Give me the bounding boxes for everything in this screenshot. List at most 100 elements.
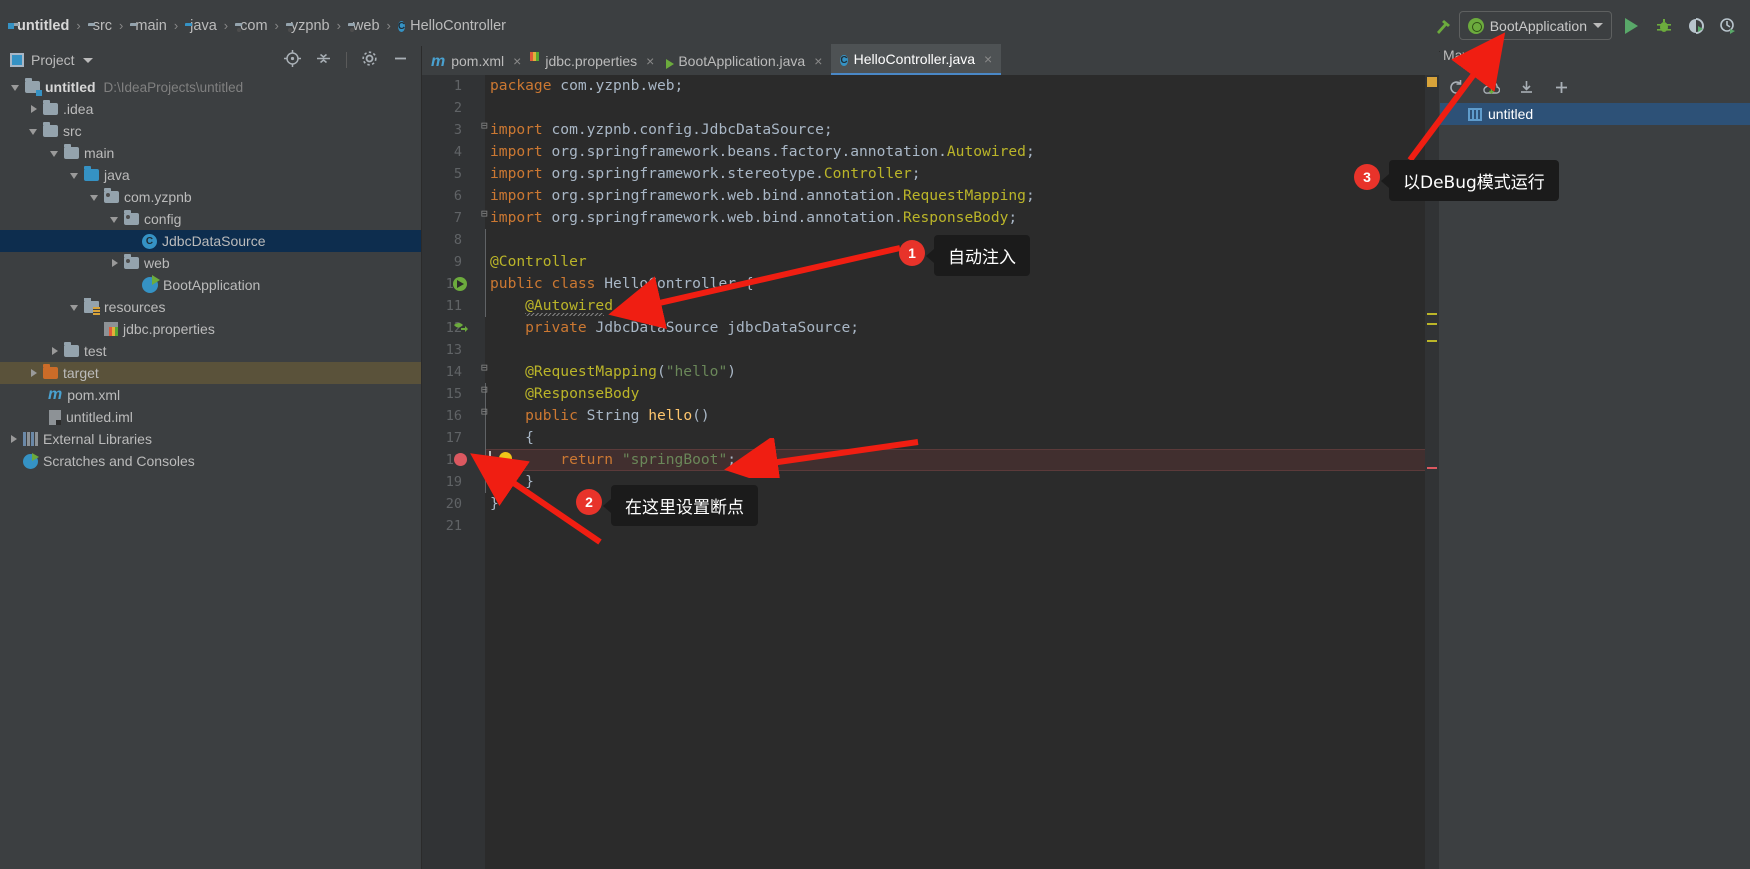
- breakpoint-icon[interactable]: [454, 453, 467, 466]
- download-sources-icon[interactable]: [1518, 79, 1535, 99]
- breadcrumb-item-src[interactable]: src: [84, 0, 116, 51]
- breadcrumb-item-java[interactable]: java: [181, 0, 221, 51]
- settings-gear-icon[interactable]: [361, 50, 378, 70]
- code-line-16[interactable]: public String hello(): [490, 405, 710, 427]
- tree-row-scratches-and-consoles[interactable]: Scratches and Consoles: [0, 450, 421, 472]
- tree-row-target[interactable]: target: [0, 362, 421, 384]
- chevron-right-icon[interactable]: [28, 367, 40, 379]
- code-line-15[interactable]: @ResponseBody: [490, 383, 639, 405]
- code-line-1[interactable]: package com.yzpnb.web;: [490, 75, 683, 97]
- project-tree[interactable]: untitled D:\IdeaProjects\untitled .idea …: [0, 76, 421, 869]
- chevron-down-icon[interactable]: [82, 57, 93, 63]
- spring-autowired-navigate-icon[interactable]: [453, 321, 468, 334]
- spring-bean-icon[interactable]: [453, 277, 467, 291]
- code-line-3[interactable]: import com.yzpnb.config.JdbcDataSource;: [490, 119, 833, 141]
- editor-tab-pom-xml[interactable]: m pom.xml ×: [422, 46, 530, 75]
- tree-label: Scratches and Consoles: [43, 453, 195, 469]
- tree-row-untitled-iml[interactable]: untitled.iml: [0, 406, 421, 428]
- tree-row-external-libraries[interactable]: External Libraries: [0, 428, 421, 450]
- chevron-down-icon[interactable]: [10, 81, 22, 93]
- tree-row-main[interactable]: main: [0, 142, 421, 164]
- editor-tab-hellocontroller-java[interactable]: C HelloController.java ×: [831, 44, 1002, 75]
- maven-project-row-untitled[interactable]: untitled: [1440, 103, 1750, 125]
- close-icon[interactable]: ×: [984, 51, 992, 67]
- tree-row-untitled[interactable]: untitled D:\IdeaProjects\untitled: [0, 76, 421, 98]
- tree-row-jdbcdatasource[interactable]: C JdbcDataSource: [0, 230, 421, 252]
- error-stripe-top[interactable]: [1427, 77, 1437, 87]
- run-configuration-selector[interactable]: BootApplication: [1458, 11, 1612, 40]
- code-line-18[interactable]: return "springBoot";: [490, 449, 736, 471]
- tree-row-pom-xml[interactable]: m pom.xml: [0, 384, 421, 406]
- add-maven-project-icon[interactable]: [1553, 79, 1570, 99]
- profiler-button[interactable]: [1714, 13, 1740, 39]
- code-editor[interactable]: 1 2 3 4 5 6 7 8 9 10 11 12 13 14 15 16 1…: [422, 75, 1439, 869]
- chevron-right-icon[interactable]: [28, 103, 40, 115]
- hammer-icon[interactable]: [1433, 16, 1453, 36]
- reimport-icon[interactable]: [1448, 79, 1465, 99]
- warning-marker[interactable]: [1427, 340, 1437, 342]
- generate-sources-icon[interactable]: [1483, 79, 1501, 99]
- chevron-right-icon[interactable]: [109, 257, 121, 269]
- editor-tab-jdbc-properties[interactable]: jdbc.properties ×: [530, 46, 663, 75]
- tree-row-src[interactable]: src: [0, 120, 421, 142]
- scratches-icon: [23, 452, 39, 469]
- chevron-right-icon[interactable]: [8, 433, 20, 445]
- breadcrumb-item-main[interactable]: main: [126, 0, 170, 51]
- editor-tab-bootapplication-java[interactable]: BootApplication.java ×: [663, 46, 831, 75]
- chevron-down-icon[interactable]: [49, 147, 61, 159]
- run-button[interactable]: [1618, 13, 1644, 39]
- chevron-down-icon[interactable]: [69, 169, 81, 181]
- hide-icon[interactable]: [392, 50, 409, 70]
- code-line-19[interactable]: }: [490, 471, 534, 493]
- maven-project-label: untitled: [1488, 106, 1534, 122]
- code-line-5[interactable]: import org.springframework.stereotype.Co…: [490, 163, 921, 185]
- chevron-down-icon[interactable]: [109, 213, 121, 225]
- fold-marker-method[interactable]: ⊟: [481, 361, 488, 374]
- collapse-all-icon[interactable]: [315, 50, 332, 70]
- locate-icon[interactable]: [284, 50, 301, 70]
- chevron-down-icon[interactable]: [28, 125, 40, 137]
- code-lines[interactable]: 1 2 3 4 5 6 7 8 9 10 11 12 13 14 15 16 1…: [422, 75, 1439, 869]
- fold-marker-imports-end[interactable]: ⊟: [481, 207, 488, 220]
- breadcrumb-item-untitled[interactable]: untitled: [8, 0, 73, 51]
- tree-row-java[interactable]: java: [0, 164, 421, 186]
- code-token: ;: [850, 319, 860, 336]
- code-line-9[interactable]: @Controller: [490, 251, 587, 273]
- fold-marker-imports[interactable]: ⊟: [481, 119, 488, 132]
- close-icon[interactable]: ×: [513, 53, 521, 69]
- chevron-down-icon[interactable]: [89, 191, 101, 203]
- close-icon[interactable]: ×: [646, 53, 654, 69]
- breakpoint-marker[interactable]: [1427, 467, 1437, 469]
- code-line-20[interactable]: }: [490, 493, 499, 515]
- intention-bulb-icon[interactable]: [499, 452, 512, 468]
- tree-row-idea[interactable]: .idea: [0, 98, 421, 120]
- breadcrumb-item-com[interactable]: com: [231, 0, 271, 51]
- warning-marker[interactable]: [1427, 323, 1437, 325]
- tree-row-resources[interactable]: resources: [0, 296, 421, 318]
- breadcrumb-item-yzpnb[interactable]: yzpnb: [282, 0, 334, 51]
- debug-button[interactable]: [1650, 13, 1676, 39]
- chevron-down-icon[interactable]: [69, 301, 81, 313]
- tree-row-jdbc-properties[interactable]: jdbc.properties: [0, 318, 421, 340]
- fold-marker-annotation[interactable]: ⊟: [481, 383, 488, 396]
- chevron-right-icon[interactable]: [49, 345, 61, 357]
- tree-row-com-yzpnb[interactable]: com.yzpnb: [0, 186, 421, 208]
- code-line-10[interactable]: public class HelloController {: [490, 273, 754, 295]
- run-with-coverage-button[interactable]: [1682, 13, 1708, 39]
- breadcrumb-item-web[interactable]: web: [344, 0, 384, 51]
- code-line-12[interactable]: private JdbcDataSource jdbcDataSource;: [490, 317, 859, 339]
- tree-row-web[interactable]: web: [0, 252, 421, 274]
- code-line-14[interactable]: @RequestMapping("hello"): [490, 361, 736, 383]
- tree-row-bootapplication[interactable]: BootApplication: [0, 274, 421, 296]
- tree-row-config[interactable]: config: [0, 208, 421, 230]
- close-icon[interactable]: ×: [814, 53, 822, 69]
- fold-marker-body[interactable]: ⊟: [481, 405, 488, 418]
- code-line-17[interactable]: {: [490, 427, 534, 449]
- code-line-4[interactable]: import org.springframework.beans.factory…: [490, 141, 1035, 163]
- breadcrumb-item-hellocontroller[interactable]: C HelloController: [394, 0, 510, 51]
- warning-marker[interactable]: [1427, 313, 1437, 315]
- tree-row-test[interactable]: test: [0, 340, 421, 362]
- code-line-6[interactable]: import org.springframework.web.bind.anno…: [490, 185, 1035, 207]
- code-line-7[interactable]: import org.springframework.web.bind.anno…: [490, 207, 1017, 229]
